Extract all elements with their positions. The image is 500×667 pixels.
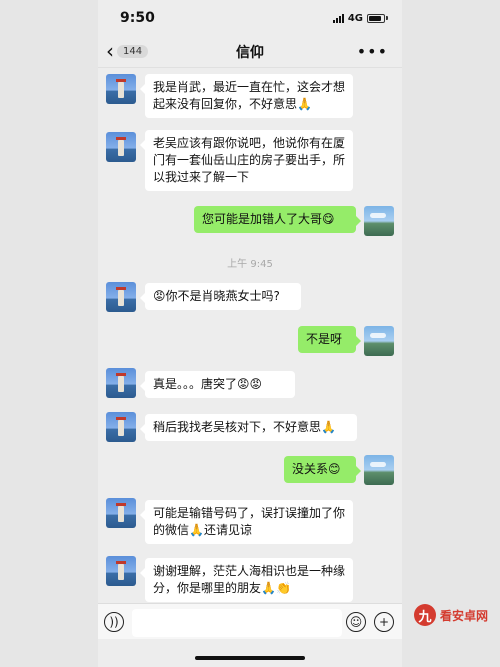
battery-icon bbox=[367, 13, 385, 23]
self-avatar[interactable] bbox=[364, 455, 394, 485]
voice-icon[interactable]: )) bbox=[104, 612, 124, 632]
contact-avatar[interactable] bbox=[106, 368, 136, 398]
chat-title: 信仰 bbox=[236, 44, 264, 61]
incoming-message: 老吴应该有跟你说吧，他说你有在厦门有一套仙岳山庄的房子要出手，所以我过来了解一下 bbox=[140, 130, 353, 191]
network-type: 4G bbox=[347, 12, 363, 24]
incoming-message: 真是。。。唐突了😡😡 bbox=[140, 371, 295, 398]
self-avatar[interactable] bbox=[364, 206, 394, 236]
message-list: 我是肖武，最近一直在忙，这会才想起来没有回复你，不好意思🙏 老吴应该有跟你说吧，… bbox=[98, 68, 402, 603]
incoming-message: 我是肖武，最近一直在忙，这会才想起来没有回复你，不好意思🙏 bbox=[140, 74, 353, 118]
contact-avatar[interactable] bbox=[106, 556, 136, 586]
contact-avatar[interactable] bbox=[106, 74, 136, 104]
input-bar: )) ☺ + bbox=[98, 603, 402, 639]
chevron-left-icon: ‹ bbox=[106, 39, 114, 63]
home-indicator[interactable] bbox=[195, 656, 305, 660]
outgoing-message: 没关系😊 bbox=[284, 456, 361, 483]
site-watermark: 九 看安卓网 bbox=[414, 604, 488, 626]
contact-avatar[interactable] bbox=[106, 282, 136, 312]
self-avatar[interactable] bbox=[364, 326, 394, 356]
contact-avatar[interactable] bbox=[106, 412, 136, 442]
incoming-message: 稍后我找老吴核对下，不好意思🙏 bbox=[140, 414, 357, 441]
contact-avatar[interactable] bbox=[106, 132, 136, 162]
battery-tip bbox=[386, 16, 388, 20]
status-indicators: 4G bbox=[332, 12, 388, 24]
outgoing-message: 您可能是加错人了大哥😋 bbox=[194, 206, 361, 233]
message-timestamp: 上午 9:45 bbox=[227, 259, 273, 270]
right-margin bbox=[402, 0, 500, 667]
unread-badge: 144 bbox=[117, 44, 149, 58]
watermark-text: 看安卓网 bbox=[440, 608, 489, 623]
emoji-icon[interactable]: ☺ bbox=[346, 612, 366, 632]
incoming-message: 谢谢理解，茫茫人海相识也是一种缘分，你是哪里的朋友🙏👏 bbox=[140, 558, 353, 602]
phone-screen: 9:50 4G ‹ 144 信仰 ••• 我是肖武，最近一直在忙，这会才想起来没… bbox=[98, 0, 402, 667]
left-margin bbox=[0, 0, 98, 667]
contact-avatar[interactable] bbox=[106, 498, 136, 528]
status-bar: 9:50 4G bbox=[98, 0, 402, 36]
more-icon[interactable]: ••• bbox=[357, 42, 388, 61]
signal-icon bbox=[332, 13, 344, 23]
chat-header: ‹ 144 信仰 ••• bbox=[98, 36, 402, 68]
back-button[interactable]: ‹ 144 bbox=[106, 39, 149, 63]
watermark-logo: 九 bbox=[414, 604, 436, 626]
plus-icon[interactable]: + bbox=[374, 612, 394, 632]
outgoing-message: 不是呀 bbox=[298, 326, 361, 353]
status-time: 9:50 bbox=[120, 10, 155, 26]
incoming-message: 可能是输错号码了，误打误撞加了你的微信🙏还请见谅 bbox=[140, 500, 353, 544]
incoming-message: 😡你不是肖晓燕女士吗? bbox=[140, 283, 301, 310]
message-input[interactable] bbox=[132, 609, 342, 637]
